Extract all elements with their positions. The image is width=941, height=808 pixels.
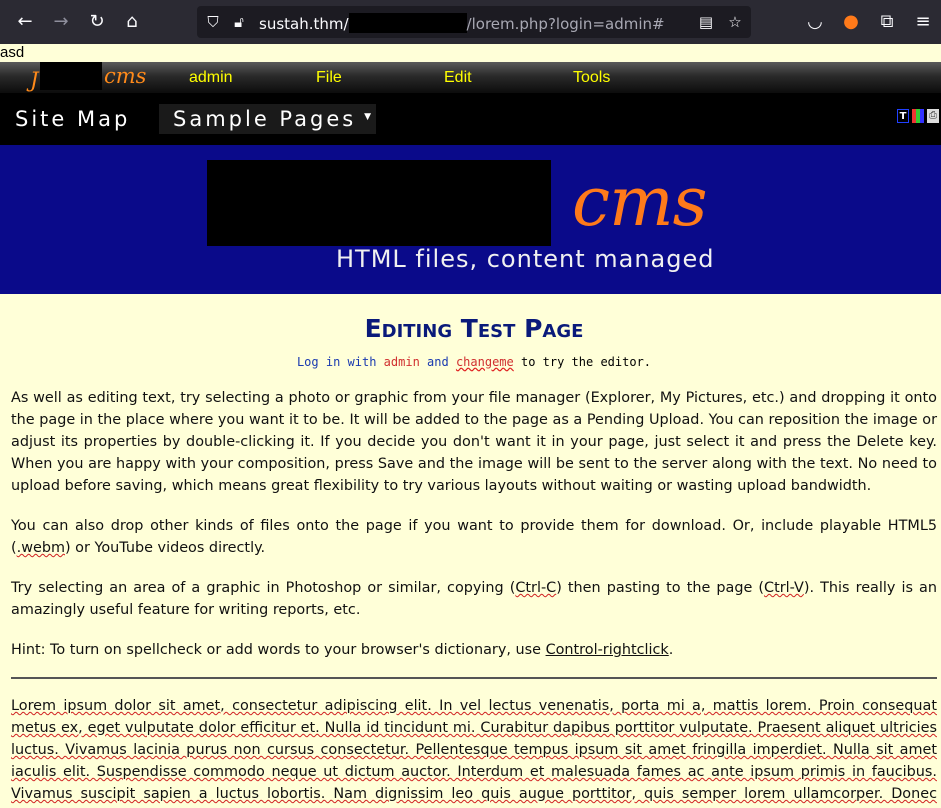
site-nav: Site Map Sample Pages ▼ T ⎙ — [0, 93, 941, 145]
divider — [11, 677, 937, 679]
sample-pages-dropdown[interactable]: Sample Pages ▼ — [159, 104, 376, 134]
paragraph-images[interactable]: As well as editing text, try selecting a… — [11, 387, 937, 497]
main-content: Editing Test Page Log in with admin and … — [11, 294, 937, 808]
redaction — [207, 160, 551, 246]
menu-icon[interactable]: ≡ — [911, 10, 935, 34]
caret-down-icon: ▼ — [364, 112, 371, 122]
redaction — [348, 13, 467, 33]
url-host: sustah.thm/ — [259, 15, 349, 33]
banner-tagline: HTML files, content managed — [336, 245, 715, 273]
reader-view-icon[interactable]: ▤ — [696, 12, 716, 32]
sample-pages-label: Sample Pages — [173, 107, 357, 131]
paragraph-hint[interactable]: Hint: To turn on spellcheck or add words… — [11, 639, 937, 661]
print-icon[interactable]: ⎙ — [927, 109, 939, 123]
text-run: Try selecting an area of a graphic in Ph… — [11, 580, 516, 596]
url-path: /lorem.php?login=admin# — [466, 15, 665, 33]
banner-logo: cms — [572, 163, 707, 242]
shield-icon[interactable]: ⛉ — [203, 12, 223, 32]
redaction — [40, 62, 102, 90]
browser-toolbar: ← → ↻ ⌂ ⛉ 🔓︎ sustah.thm/ /lorem.php?login… — [0, 0, 941, 44]
extensions-icon[interactable]: ⧉ — [875, 10, 899, 34]
page-title: Editing Test Page — [364, 314, 584, 343]
text-size-icon[interactable]: T — [897, 109, 909, 123]
reload-icon[interactable]: ↻ — [85, 10, 109, 34]
cms-logo-mark: J — [30, 68, 39, 92]
bookmark-star-icon[interactable]: ☆ — [725, 12, 745, 32]
extension-fox-icon[interactable]: ● — [839, 10, 863, 34]
text-run: Ctrl-C — [515, 580, 557, 596]
paragraph-lorem[interactable]: Lorem ipsum dolor sit amet, consectetur … — [11, 695, 937, 808]
home-icon[interactable]: ⌂ — [120, 10, 144, 34]
login-hint-prefix: Log in with — [296, 355, 377, 369]
login-hint: Log in with admin and changeme to try th… — [11, 355, 937, 369]
site-map-link[interactable]: Site Map — [15, 107, 130, 131]
tools-menu[interactable]: Tools — [573, 69, 610, 87]
text-run: Hint: To turn on spellcheck or add words… — [11, 642, 546, 658]
cms-toolbar: J cms admin File Edit Tools — [0, 62, 941, 93]
text-run: .webm — [16, 540, 65, 556]
login-hint-conj: and — [427, 355, 449, 369]
url-text[interactable]: sustah.thm/ /lorem.php?login=admin# — [259, 13, 665, 33]
text-run: Ctrl-V — [764, 580, 804, 596]
text-run: . — [668, 642, 674, 658]
text-run: Control-rightclick — [545, 642, 669, 658]
text-run: ) or YouTube videos directly. — [64, 540, 266, 556]
stray-text: asd — [0, 44, 25, 61]
back-icon[interactable]: ← — [13, 10, 37, 34]
cms-logo[interactable]: cms — [104, 64, 146, 88]
text-run: ) then pasting to the page ( — [556, 580, 765, 596]
user-menu[interactable]: admin — [189, 69, 233, 87]
utility-icons: T ⎙ — [897, 109, 939, 123]
url-bar[interactable]: ⛉ 🔓︎ sustah.thm//lorem.php?login=admin# … — [197, 6, 751, 38]
edit-menu[interactable]: Edit — [444, 69, 472, 87]
layout-icon[interactable] — [912, 109, 924, 123]
login-password: changeme — [455, 355, 514, 369]
file-menu[interactable]: File — [316, 69, 342, 87]
login-hint-suffix: to try the editor. — [520, 355, 652, 369]
paragraph-paste[interactable]: Try selecting an area of a graphic in Ph… — [11, 577, 937, 621]
lock-icon[interactable]: 🔓︎ — [229, 12, 249, 32]
pocket-icon[interactable]: ◡ — [803, 10, 827, 34]
paragraph-files[interactable]: You can also drop other kinds of files o… — [11, 515, 937, 559]
site-banner: cms HTML files, content managed — [0, 145, 941, 294]
forward-icon[interactable]: → — [49, 10, 73, 34]
login-user: admin — [383, 355, 420, 369]
